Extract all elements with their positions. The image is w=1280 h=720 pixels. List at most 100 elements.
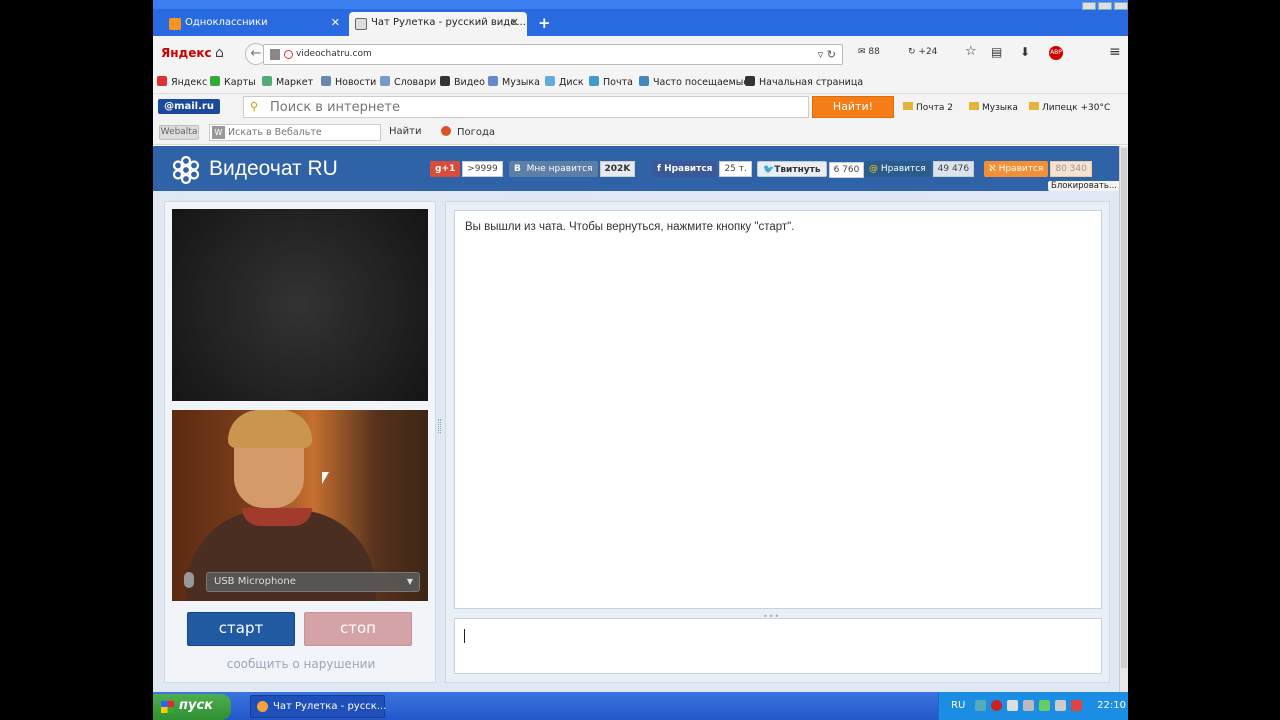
antivirus-icon[interactable]	[1071, 700, 1082, 711]
address-bar[interactable]: videochatru.com ▿ ↻	[263, 44, 843, 65]
download-icon[interactable]: ⬇	[1020, 45, 1030, 59]
webalta-weather-link[interactable]: Погода	[441, 126, 495, 138]
close-icon[interactable]: ✕	[331, 16, 340, 29]
mailru-like-button[interactable]: @ Нравится	[864, 161, 931, 177]
adblock-icon[interactable]: ABP	[1049, 46, 1063, 60]
music-link[interactable]: Музыка	[969, 102, 1018, 113]
ok-like-button[interactable]: ℵ Нравится	[984, 161, 1049, 177]
home-icon[interactable]: ⌂	[215, 45, 224, 61]
stop-button[interactable]: стоп	[304, 612, 412, 646]
navigation-bar: Яндекс ⌂ ← videochatru.com ▿ ↻ ✉ 88 ↻ +2…	[153, 36, 1128, 70]
bookmark-music[interactable]: Музыка	[488, 76, 540, 88]
mailru-logo[interactable]: @mail.ru	[158, 99, 220, 114]
webalta-logo[interactable]: Webalta	[159, 125, 199, 140]
video-icon	[440, 76, 450, 86]
taskbar-item-browser[interactable]: Чат Рулетка - русск...	[250, 695, 386, 718]
site-favicon-icon	[355, 18, 367, 30]
bookmark-start-page[interactable]: Начальная страница	[745, 76, 863, 88]
chat-log: Вы вышли из чата. Чтобы вернуться, нажми…	[454, 210, 1102, 609]
tray-icon-5[interactable]	[1039, 700, 1050, 711]
yandex-logo[interactable]: Яндекс	[161, 46, 212, 60]
chat-panel: Вы вышли из чата. Чтобы вернуться, нажми…	[445, 201, 1110, 683]
reload-icon[interactable]: ▿ ↻	[818, 48, 836, 61]
chat-input[interactable]	[454, 618, 1102, 674]
vk-widget[interactable]: B Мне нравится 202K	[509, 161, 636, 177]
report-link[interactable]: сообщить о нарушении	[165, 657, 437, 671]
page-scrollbar[interactable]	[1119, 146, 1128, 692]
twitter-widget[interactable]: 🐦Твитнуть 6 760	[757, 161, 865, 178]
tab-odnoklassniki[interactable]: Одноклассники ✕	[163, 12, 348, 36]
mail-icon	[589, 76, 599, 86]
bookmark-market[interactable]: Маркет	[262, 76, 313, 88]
chat-area: USB Microphone ▼ старт стоп сообщить о н…	[153, 191, 1128, 692]
mailru-toolbar: @mail.ru ⚲ Найти! Почта 2 Музыка Липецк …	[153, 94, 1128, 121]
block-link[interactable]: Блокировать...	[1048, 181, 1121, 191]
url-text[interactable]: videochatru.com	[296, 49, 372, 59]
bookmark-star-icon[interactable]: ☆	[965, 44, 977, 59]
scrollbar-thumb[interactable]	[1121, 148, 1127, 668]
disk-icon	[545, 76, 555, 86]
maps-icon	[210, 76, 220, 86]
site-identity-icon	[284, 50, 293, 59]
gplus-widget[interactable]: g+1 >9999	[430, 161, 503, 177]
tab-chat-roulette[interactable]: Чат Рулетка - русский виде... ✕	[349, 12, 527, 36]
dictionary-icon	[380, 76, 390, 86]
minimize-button[interactable]	[1082, 2, 1096, 10]
bookmark-news[interactable]: Новости	[321, 76, 376, 88]
vk-like-button[interactable]: B Мне нравится	[509, 161, 598, 177]
bookmark-yandex[interactable]: Яндекс	[157, 76, 207, 88]
bookmark-dictionaries[interactable]: Словари	[380, 76, 436, 88]
tray-icon-2[interactable]	[991, 700, 1002, 711]
clipboard-icon[interactable]: ▤	[991, 45, 1002, 59]
mailru-like-widget[interactable]: @ Нравится 49 476	[864, 161, 975, 177]
webalta-search-box[interactable]: W	[209, 124, 381, 141]
bookmark-maps[interactable]: Карты	[210, 76, 256, 88]
tray-icon-3[interactable]	[1007, 700, 1018, 711]
close-window-button[interactable]	[1114, 2, 1128, 10]
weather-link[interactable]: Липецк +30°C	[1029, 102, 1110, 113]
mailru-search-box[interactable]: ⚲	[243, 96, 809, 118]
search-icon: ⚲	[250, 100, 259, 113]
webalta-search-input[interactable]	[228, 126, 378, 139]
bookmark-mail[interactable]: Почта	[589, 76, 633, 88]
tray-icon-1[interactable]	[975, 700, 986, 711]
start-menu-button[interactable]: пуск	[153, 694, 231, 720]
facebook-icon: f	[657, 164, 665, 174]
site-info-icon[interactable]	[270, 49, 280, 60]
close-icon[interactable]: ✕	[510, 16, 519, 29]
site-logo-icon[interactable]	[171, 155, 201, 185]
sync-notifier[interactable]: ↻ +24	[908, 47, 937, 57]
gplus-button[interactable]: g+1	[430, 161, 461, 177]
facebook-like-button[interactable]: f Нравится	[652, 161, 718, 177]
mailru-search-input[interactable]	[270, 99, 800, 115]
panel-resize-handle[interactable]	[438, 419, 441, 433]
menu-icon[interactable]: ≡	[1109, 44, 1121, 60]
maximize-button[interactable]	[1098, 2, 1112, 10]
start-button[interactable]: старт	[187, 612, 295, 646]
partner-video	[172, 209, 428, 401]
self-video: USB Microphone ▼	[172, 410, 428, 601]
microphone-select[interactable]: USB Microphone ▼	[206, 572, 420, 592]
mail-link[interactable]: Почта 2	[903, 102, 953, 113]
bookmark-disk[interactable]: Диск	[545, 76, 584, 88]
ok-widget[interactable]: ℵ Нравится 80 340	[984, 161, 1092, 177]
facebook-widget[interactable]: f Нравится 25 т.	[652, 161, 752, 177]
language-indicator[interactable]: RU	[951, 700, 965, 711]
tab-bar: Одноклассники ✕ Чат Рулетка - русский ви…	[153, 0, 1128, 36]
site-header: Видеочат RU g+1 >9999 B Мне нравится 202K …	[153, 146, 1128, 191]
find-button[interactable]: Найти!	[812, 96, 894, 118]
new-tab-button[interactable]: +	[538, 14, 551, 32]
tweet-button[interactable]: 🐦Твитнуть	[757, 161, 827, 177]
vk-icon: B	[514, 164, 521, 174]
sun-icon	[1029, 102, 1039, 110]
webalta-find-button[interactable]: Найти	[389, 126, 421, 137]
network-icon[interactable]	[1023, 700, 1034, 711]
mail-notifier[interactable]: ✉ 88	[858, 47, 880, 57]
text-caret	[464, 629, 465, 643]
site-title[interactable]: Видеочат RU	[209, 157, 338, 181]
bookmark-frequent[interactable]: Часто посещаемые	[639, 76, 749, 88]
bookmark-video[interactable]: Видео	[440, 76, 485, 88]
volume-icon[interactable]	[1055, 700, 1066, 711]
clock[interactable]: 22:10	[1097, 700, 1126, 711]
window-controls	[1080, 0, 1128, 10]
